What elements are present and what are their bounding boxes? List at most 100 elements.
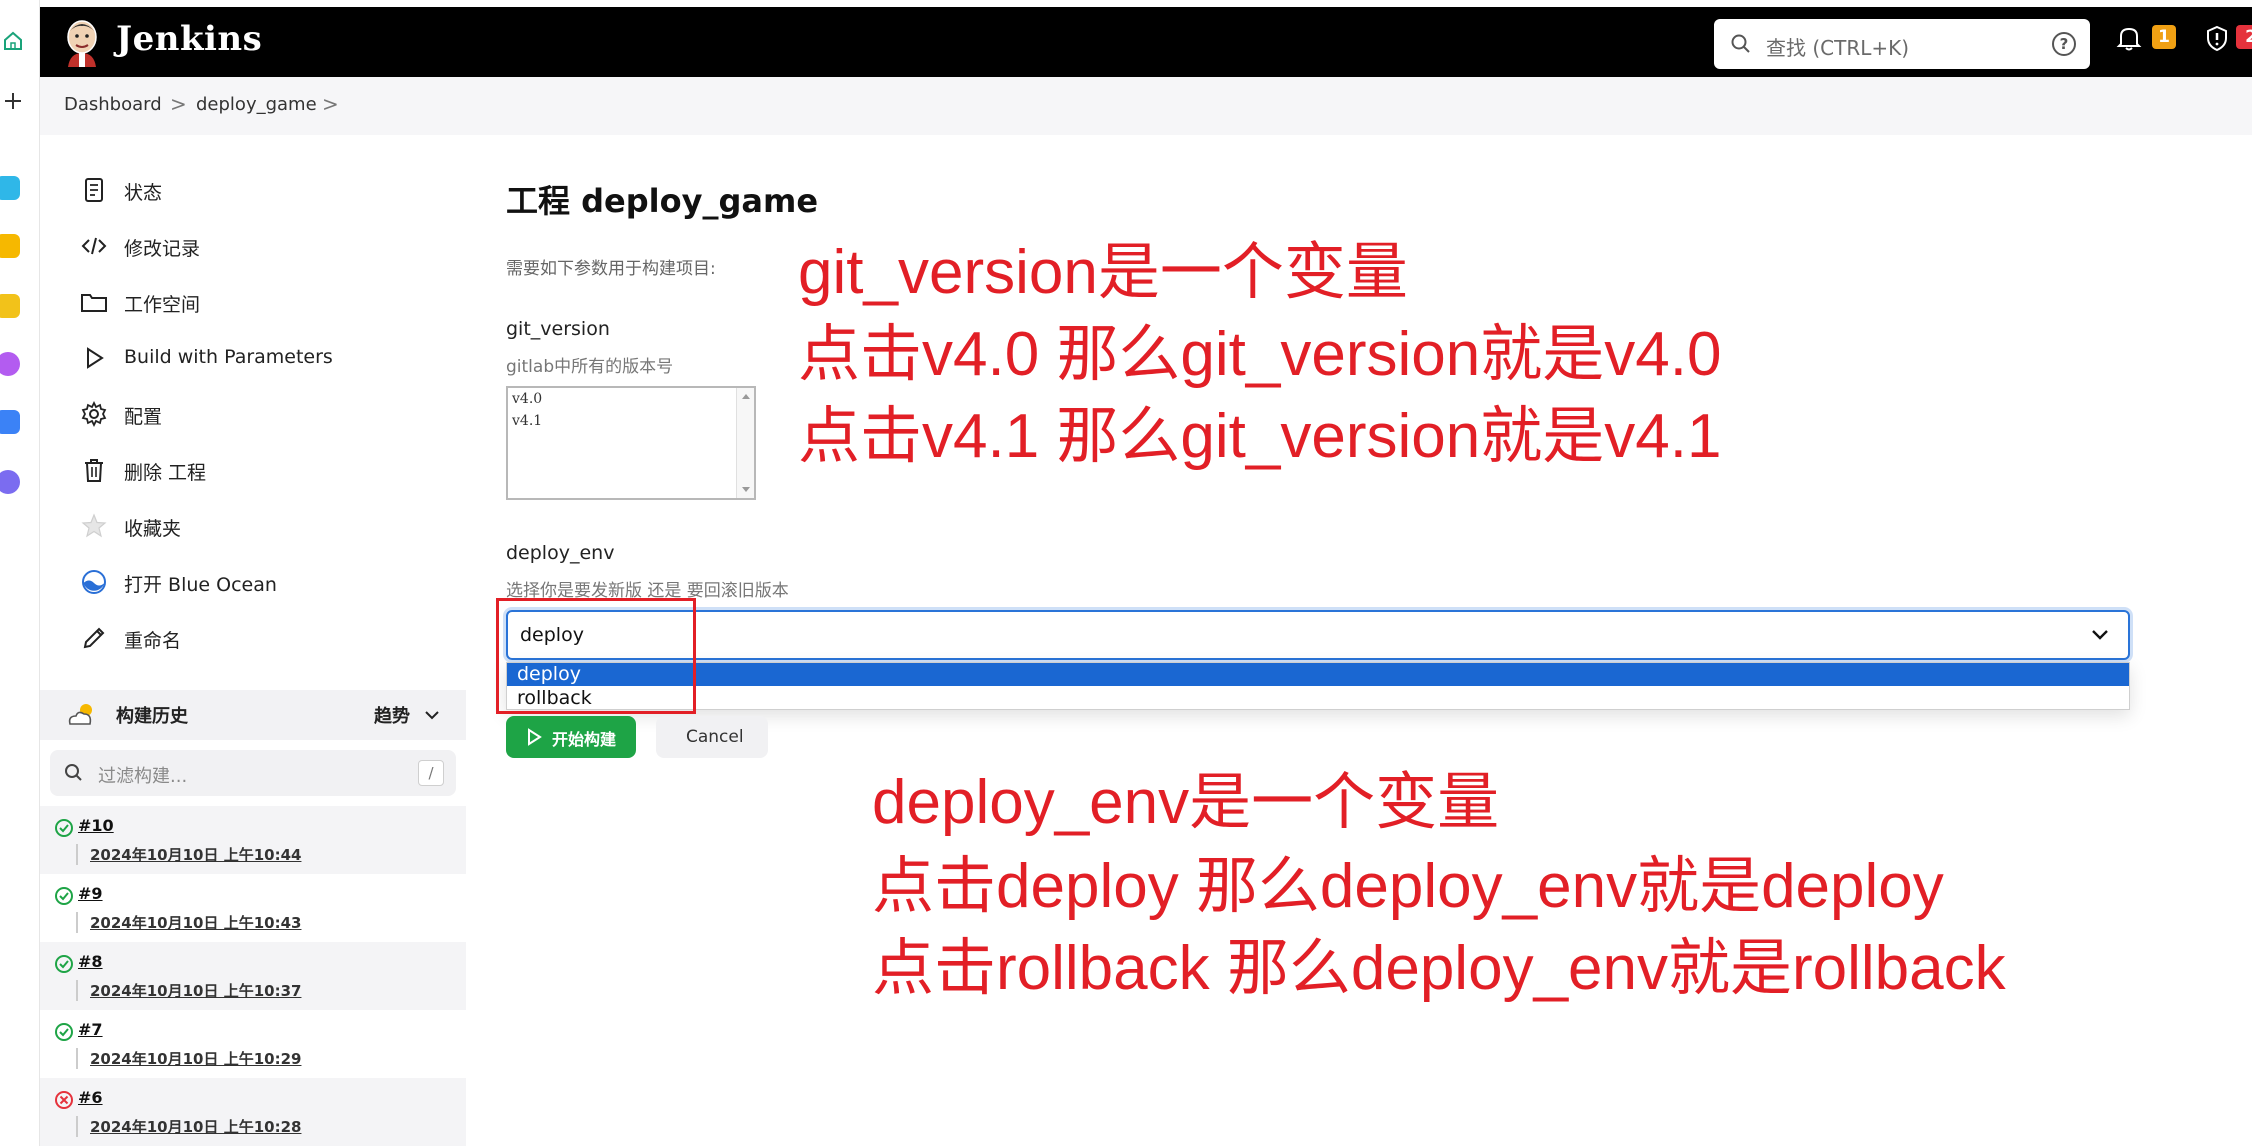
build-row[interactable]: #10 2024年10月10日 上午10:44: [40, 806, 466, 874]
star-app-icon[interactable]: [0, 234, 20, 258]
build-number[interactable]: #6: [78, 1088, 103, 1107]
page-description: 需要如下参数用于构建项目:: [506, 259, 716, 279]
success-icon: [55, 887, 73, 905]
sidebar-item-label: 状态: [124, 182, 163, 204]
failed-icon: [55, 1091, 73, 1109]
deploy-env-dropdown[interactable]: deploy rollback: [506, 662, 2130, 710]
annotation-deploy-line-3: 点击rollback 那么deploy_env就是rollback: [872, 934, 2006, 1003]
annotation-highlight-box: [496, 598, 696, 714]
sidebar-item-build-with-parameters[interactable]: Build with Parameters: [80, 338, 460, 378]
chevron-down-icon[interactable]: [2090, 628, 2110, 642]
play-icon: [87, 347, 104, 369]
page-title: 工程 deploy_game: [506, 182, 819, 220]
sidebar-item-favorite[interactable]: 收藏夹: [80, 506, 460, 546]
breadcrumb-separator: >: [322, 92, 339, 116]
jenkins-logo-icon[interactable]: [62, 17, 102, 67]
shield-icon[interactable]: [2202, 23, 2232, 53]
bot-app-icon[interactable]: [0, 470, 20, 494]
build-number[interactable]: #9: [78, 884, 103, 903]
search-input[interactable]: 查找 (CTRL+K): [1766, 32, 1909, 61]
param-desc-git-version: gitlab中所有的版本号: [506, 357, 674, 377]
star-icon: [81, 513, 107, 538]
scroll-down-icon[interactable]: [741, 486, 751, 494]
sidebar-item-rename[interactable]: 重命名: [80, 618, 460, 658]
sidebar-item-label: 收藏夹: [124, 518, 182, 540]
build-history-header: 构建历史 趋势: [40, 690, 466, 740]
git-version-option[interactable]: v4.0: [508, 388, 754, 410]
weather-icon: [68, 704, 92, 725]
scroll-up-icon[interactable]: [741, 392, 751, 400]
page-root: Jenkins 查找 (CTRL+K) ? 1 2 Dashboard > de…: [0, 0, 2252, 1146]
deploy-env-select[interactable]: deploy: [506, 610, 2130, 660]
gear-icon: [81, 400, 107, 428]
sidebar-item-blue-ocean[interactable]: 打开 Blue Ocean: [80, 562, 460, 602]
annotation-git-line-1: git_version是一个变量: [798, 238, 1408, 307]
breadcrumb-dashboard[interactable]: Dashboard: [64, 94, 162, 115]
success-icon: [55, 955, 73, 973]
build-date[interactable]: 2024年10月10日 上午10:44: [76, 844, 301, 865]
deploy-env-option-deploy[interactable]: deploy: [507, 663, 2129, 686]
sidebar-item-configure[interactable]: 配置: [80, 394, 460, 434]
build-row[interactable]: #7 2024年10月10日 上午10:29: [40, 1010, 466, 1078]
annotation-deploy-line-1: deploy_env是一个变量: [872, 768, 1500, 837]
robot-app-icon[interactable]: [0, 294, 20, 318]
sidebar-item-delete-project[interactable]: 删除 工程: [80, 450, 460, 490]
folder-icon: [81, 294, 107, 312]
build-number[interactable]: #8: [78, 952, 103, 971]
breadcrumb-deploy-game[interactable]: deploy_game: [196, 94, 317, 115]
deploy-env-option-rollback[interactable]: rollback: [507, 687, 2129, 710]
help-icon[interactable]: ?: [2052, 32, 2076, 56]
home-icon[interactable]: [2, 30, 24, 52]
build-number[interactable]: #10: [78, 816, 114, 835]
build-row[interactable]: #6 2024年10月10日 上午10:28: [40, 1078, 466, 1146]
trend-dropdown[interactable]: 趋势: [374, 702, 410, 728]
search-box[interactable]: 查找 (CTRL+K) ?: [1714, 19, 2090, 69]
search-icon: [1731, 34, 1750, 53]
app-shortcut-icon[interactable]: [0, 176, 20, 200]
breadcrumb: Dashboard > deploy_game >: [40, 77, 2252, 135]
sidebar-item-label: 删除 工程: [124, 462, 207, 484]
sidebar-item-workspace[interactable]: 工作空间: [80, 282, 460, 322]
build-filter[interactable]: 过滤构建... /: [50, 750, 456, 796]
sidebar-item-label: 打开 Blue Ocean: [124, 574, 277, 596]
git-version-listbox[interactable]: v4.0 v4.1: [506, 386, 756, 500]
build-row[interactable]: #9 2024年10月10日 上午10:43: [40, 874, 466, 942]
build-date[interactable]: 2024年10月10日 上午10:37: [76, 980, 301, 1001]
sidebar-item-label: 工作空间: [124, 294, 201, 316]
param-name-git-version: git_version: [506, 318, 610, 340]
build-row[interactable]: #8 2024年10月10日 上午10:37: [40, 942, 466, 1010]
build-history-title: 构建历史: [116, 706, 188, 727]
annotation-git-line-3: 点击v4.1 那么git_version就是v4.1: [798, 402, 1722, 471]
build-date[interactable]: 2024年10月10日 上午10:28: [76, 1116, 301, 1137]
ai-app-icon[interactable]: [0, 352, 20, 376]
chevron-down-icon[interactable]: [424, 708, 440, 722]
sidebar-item-status[interactable]: 状态: [80, 170, 460, 210]
git-version-option[interactable]: v4.1: [508, 410, 754, 432]
success-icon: [55, 1023, 73, 1041]
cancel-button[interactable]: Cancel: [656, 716, 768, 758]
security-badge[interactable]: 2: [2236, 25, 2252, 49]
document-icon: [85, 178, 103, 202]
param-name-deploy-env: deploy_env: [506, 542, 615, 564]
blue-ocean-icon: [82, 570, 106, 594]
sidebar-item-label: Build with Parameters: [124, 346, 333, 368]
build-filter-input[interactable]: 过滤构建...: [98, 762, 187, 788]
sidebar-item-changes[interactable]: 修改记录: [80, 226, 460, 266]
start-build-button[interactable]: 开始构建: [506, 716, 636, 758]
play-icon: [528, 728, 542, 746]
notification-badge[interactable]: 1: [2152, 25, 2176, 49]
start-build-label: 开始构建: [552, 730, 617, 749]
bell-icon[interactable]: [2114, 23, 2144, 53]
trash-icon: [85, 459, 103, 482]
search-icon: [65, 764, 82, 781]
code-icon: [81, 237, 107, 255]
add-icon[interactable]: [2, 90, 24, 112]
brand-title[interactable]: Jenkins: [116, 19, 262, 59]
sidebar-item-label: 配置: [124, 406, 163, 428]
listbox-scrollbar[interactable]: [736, 388, 754, 498]
build-date[interactable]: 2024年10月10日 上午10:43: [76, 912, 301, 933]
ai-assistant-icon[interactable]: [0, 410, 20, 434]
build-date[interactable]: 2024年10月10日 上午10:29: [76, 1048, 301, 1069]
build-number[interactable]: #7: [78, 1020, 103, 1039]
success-icon: [55, 819, 73, 837]
